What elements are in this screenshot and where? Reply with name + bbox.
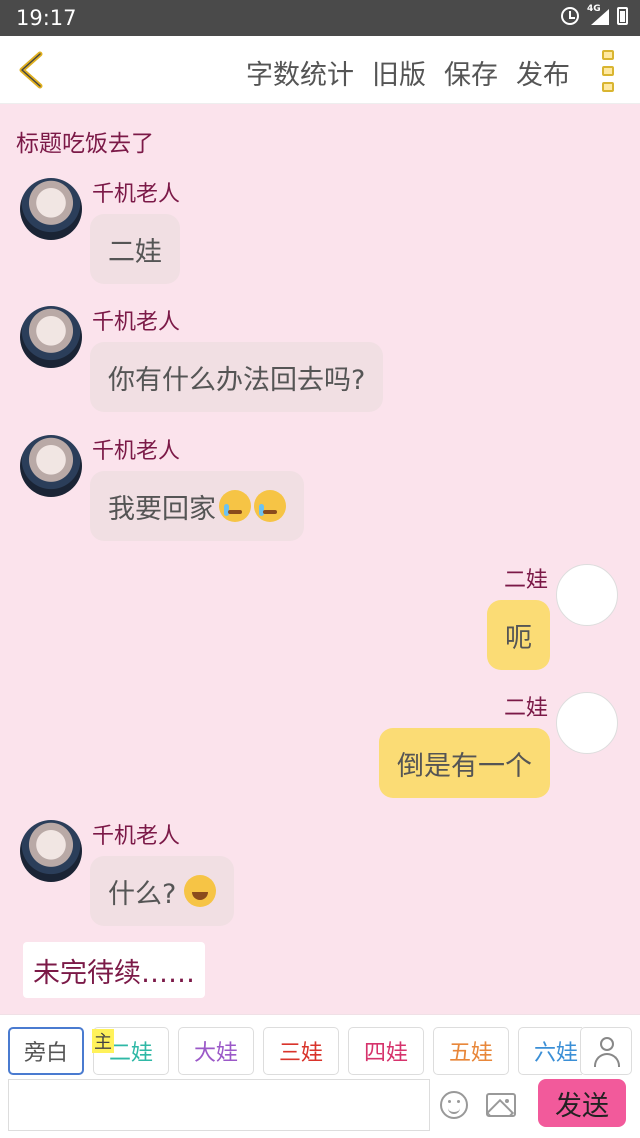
role-siwa[interactable]: 四娃 bbox=[348, 1027, 424, 1075]
role-label: 六娃 bbox=[533, 1041, 578, 1066]
chevron-left-icon bbox=[19, 51, 43, 89]
message-text: 二娃 bbox=[108, 236, 162, 268]
speaker-name: 二娃 bbox=[503, 696, 548, 721]
message-text: 呃 bbox=[505, 622, 532, 654]
user-icon[interactable] bbox=[580, 1027, 632, 1075]
role-label: 三娃 bbox=[278, 1041, 323, 1066]
composer: 旁白 二娃 大娃 三娃 四娃 五娃 六娃 主 发送 bbox=[0, 1014, 640, 1138]
header-actions: 字数统计 旧版 保存 发布 bbox=[246, 53, 570, 92]
image-picker-icon[interactable] bbox=[486, 1093, 516, 1117]
status-bar: 19:17 4G bbox=[0, 0, 640, 36]
role-label: 大娃 bbox=[193, 1041, 238, 1066]
speaker-name: 千机老人 bbox=[92, 310, 181, 335]
alarm-icon bbox=[561, 7, 579, 25]
message-bubble[interactable]: 我要回家 bbox=[90, 471, 304, 541]
role-label: 五娃 bbox=[448, 1041, 493, 1066]
role-wuwa[interactable]: 五娃 bbox=[433, 1027, 509, 1075]
send-button[interactable]: 发送 bbox=[538, 1079, 626, 1127]
avatar-old-man[interactable] bbox=[20, 820, 82, 882]
avatar-old-man[interactable] bbox=[20, 306, 82, 368]
crying-face-icon bbox=[219, 490, 251, 522]
message-text: 我要回家 bbox=[108, 493, 216, 525]
message-text: 倒是有一个 bbox=[397, 750, 532, 782]
save-button[interactable]: 保存 bbox=[444, 53, 498, 92]
avatar-erwa[interactable] bbox=[556, 692, 618, 754]
status-icons: 4G bbox=[561, 4, 628, 25]
message-bubble[interactable]: 呃 bbox=[487, 600, 550, 670]
more-menu-icon[interactable] bbox=[602, 50, 618, 92]
role-dawa[interactable]: 大娃 bbox=[178, 1027, 254, 1075]
signal-icon: 4G bbox=[587, 4, 609, 25]
role-liuwa[interactable]: 六娃 bbox=[518, 1027, 582, 1075]
message-input[interactable] bbox=[8, 1079, 430, 1131]
story-title: 标题吃饭去了 bbox=[16, 131, 154, 157]
speaker-name: 千机老人 bbox=[92, 824, 181, 849]
status-time: 19:17 bbox=[16, 6, 77, 30]
to-be-continued-note[interactable]: 未完待续…… bbox=[23, 942, 205, 998]
top-bar: 字数统计 旧版 保存 发布 bbox=[0, 36, 640, 104]
word-count-button[interactable]: 字数统计 bbox=[246, 53, 354, 92]
message-bubble[interactable]: 什么? bbox=[90, 856, 235, 926]
role-narrator[interactable]: 旁白 bbox=[8, 1027, 84, 1075]
publish-button[interactable]: 发布 bbox=[516, 53, 570, 92]
old-version-button[interactable]: 旧版 bbox=[372, 53, 426, 92]
crying-face-icon bbox=[254, 490, 286, 522]
role-label: 四娃 bbox=[363, 1041, 408, 1066]
message-bubble[interactable]: 二娃 bbox=[90, 214, 180, 284]
message-bubble[interactable]: 倒是有一个 bbox=[379, 728, 550, 798]
message-bubble[interactable]: 你有什么办法回去吗? bbox=[90, 342, 384, 412]
role-label: 旁白 bbox=[23, 1041, 68, 1066]
role-sanwa[interactable]: 三娃 bbox=[263, 1027, 339, 1075]
smiling-face-icon bbox=[184, 875, 217, 907]
avatar-old-man[interactable] bbox=[20, 435, 82, 497]
main-character-badge: 主 bbox=[92, 1029, 114, 1053]
message-text: 什么? bbox=[108, 878, 177, 910]
speaker-name: 千机老人 bbox=[92, 439, 181, 464]
avatar-old-man[interactable] bbox=[20, 178, 82, 240]
speaker-name: 二娃 bbox=[503, 568, 548, 593]
battery-icon bbox=[617, 7, 628, 25]
avatar-erwa[interactable] bbox=[556, 564, 618, 626]
role-label: 二娃 bbox=[108, 1041, 153, 1066]
message-text: 你有什么办法回去吗? bbox=[108, 364, 366, 396]
emoji-picker-icon[interactable] bbox=[440, 1091, 468, 1119]
speaker-name: 千机老人 bbox=[92, 182, 181, 207]
back-button[interactable] bbox=[14, 50, 50, 90]
